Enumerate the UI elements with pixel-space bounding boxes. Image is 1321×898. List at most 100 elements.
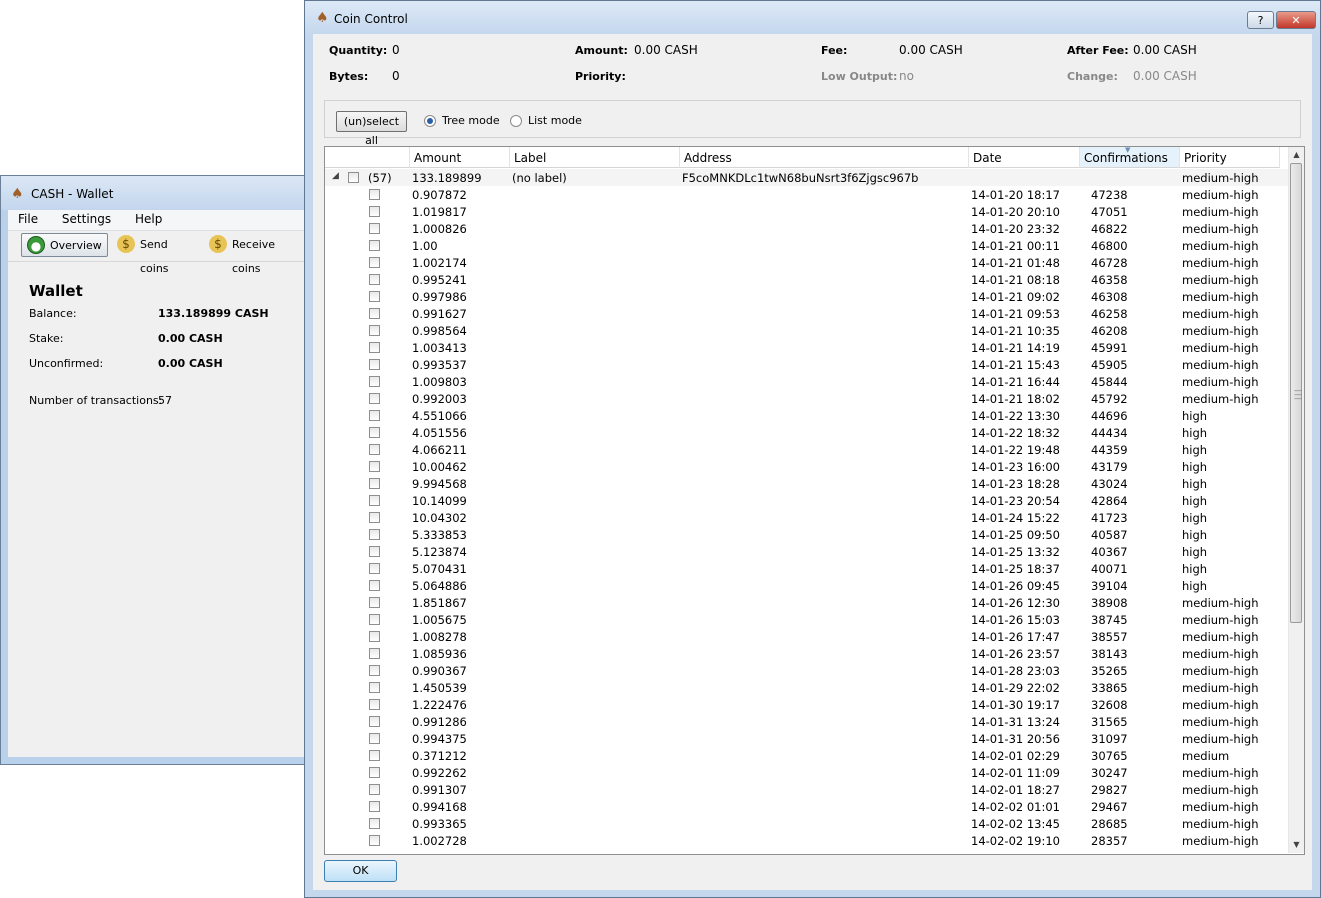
- coin-checkbox[interactable]: [369, 801, 380, 812]
- coin-checkbox[interactable]: [369, 529, 380, 540]
- coin-checkbox[interactable]: [369, 614, 380, 625]
- coin-row[interactable]: 1.005675 14-01-26 15:03 38745 medium-high: [325, 611, 1288, 628]
- coin-checkbox[interactable]: [369, 342, 380, 353]
- coin-row[interactable]: 5.123874 14-01-25 13:32 40367 high: [325, 543, 1288, 560]
- coin-row[interactable]: 10.04302 14-01-24 15:22 41723 high: [325, 509, 1288, 526]
- coin-row[interactable]: 5.064886 14-01-26 09:45 39104 high: [325, 577, 1288, 594]
- coin-checkbox[interactable]: [369, 512, 380, 523]
- coin-checkbox[interactable]: [369, 784, 380, 795]
- coin-checkbox[interactable]: [369, 274, 380, 285]
- coin-checkbox[interactable]: [369, 699, 380, 710]
- coin-row[interactable]: 10.00462 14-01-23 16:00 43179 high: [325, 458, 1288, 475]
- list-mode-radio[interactable]: [510, 115, 522, 127]
- coin-checkbox[interactable]: [369, 308, 380, 319]
- list-mode-label[interactable]: List mode: [528, 114, 582, 127]
- coin-row[interactable]: 1.222476 14-01-30 19:17 32608 medium-high: [325, 696, 1288, 713]
- tree-mode-label[interactable]: Tree mode: [442, 114, 500, 127]
- coin-row[interactable]: 0.991286 14-01-31 13:24 31565 medium-high: [325, 713, 1288, 730]
- coin-checkbox[interactable]: [369, 240, 380, 251]
- coin-checkbox[interactable]: [369, 223, 380, 234]
- dialog-titlebar[interactable]: ♠ Coin Control ? ✕: [305, 1, 1320, 35]
- header-priority[interactable]: Priority: [1180, 147, 1280, 168]
- coin-row[interactable]: 0.992262 14-02-01 11:09 30247 medium-high: [325, 764, 1288, 781]
- coin-row[interactable]: 0.907872 14-01-20 18:17 47238 medium-high: [325, 186, 1288, 203]
- coin-checkbox[interactable]: [369, 818, 380, 829]
- unselect-all-button[interactable]: (un)select all: [336, 111, 407, 147]
- coin-row[interactable]: 0.994375 14-01-31 20:56 31097 medium-high: [325, 730, 1288, 747]
- coin-row[interactable]: 0.997986 14-01-21 09:02 46308 medium-high: [325, 288, 1288, 305]
- header-date[interactable]: Date: [969, 147, 1080, 168]
- coin-checkbox[interactable]: [369, 359, 380, 370]
- collapse-arrow-icon[interactable]: ◢: [332, 171, 339, 181]
- coin-checkbox[interactable]: [369, 376, 380, 387]
- coin-checkbox[interactable]: [369, 563, 380, 574]
- coin-row[interactable]: 4.066211 14-01-22 19:48 44359 high: [325, 441, 1288, 458]
- menu-settings[interactable]: Settings: [52, 210, 121, 226]
- coin-checkbox[interactable]: [369, 495, 380, 506]
- coin-row[interactable]: 1.851867 14-01-26 12:30 38908 medium-high: [325, 594, 1288, 611]
- coin-checkbox[interactable]: [369, 427, 380, 438]
- header-address[interactable]: Address: [680, 147, 969, 168]
- coin-checkbox[interactable]: [369, 393, 380, 404]
- coin-row[interactable]: 0.371212 14-02-01 02:29 30765 medium: [325, 747, 1288, 764]
- coin-row[interactable]: 1.019817 14-01-20 20:10 47051 medium-high: [325, 203, 1288, 220]
- vertical-scrollbar[interactable]: ▲ — — — ▼: [1288, 147, 1304, 853]
- coin-row[interactable]: 1.003413 14-01-21 14:19 45991 medium-high: [325, 339, 1288, 356]
- coin-checkbox[interactable]: [369, 444, 380, 455]
- coin-checkbox[interactable]: [369, 580, 380, 591]
- coin-checkbox[interactable]: [369, 410, 380, 421]
- coin-checkbox[interactable]: [369, 648, 380, 659]
- tree-mode-radio[interactable]: [424, 115, 436, 127]
- coin-row[interactable]: 5.333853 14-01-25 09:50 40587 high: [325, 526, 1288, 543]
- coin-row[interactable]: 1.002174 14-01-21 01:48 46728 medium-high: [325, 254, 1288, 271]
- coin-row[interactable]: 0.994168 14-02-02 01:01 29467 medium-high: [325, 798, 1288, 815]
- coin-row[interactable]: 0.991307 14-02-01 18:27 29827 medium-high: [325, 781, 1288, 798]
- coin-row[interactable]: 0.998564 14-01-21 10:35 46208 medium-high: [325, 322, 1288, 339]
- coin-row[interactable]: 9.994568 14-01-23 18:28 43024 high: [325, 475, 1288, 492]
- receive-coins-button[interactable]: $ Receive coins: [204, 233, 304, 275]
- coin-checkbox[interactable]: [369, 750, 380, 761]
- coin-checkbox[interactable]: [369, 767, 380, 778]
- coin-checkbox[interactable]: [369, 546, 380, 557]
- coin-row[interactable]: 0.993365 14-02-02 13:45 28685 medium-high: [325, 815, 1288, 832]
- coin-checkbox[interactable]: [369, 291, 380, 302]
- coin-row[interactable]: 0.995241 14-01-21 08:18 46358 medium-high: [325, 271, 1288, 288]
- header-amount[interactable]: Amount: [410, 147, 510, 168]
- coin-checkbox[interactable]: [369, 665, 380, 676]
- coin-row[interactable]: 0.991627 14-01-21 09:53 46258 medium-high: [325, 305, 1288, 322]
- coin-checkbox[interactable]: [369, 206, 380, 217]
- coin-row[interactable]: 0.990367 14-01-28 23:03 35265 medium-high: [325, 662, 1288, 679]
- address-group-row[interactable]: ◢ (57) 133.189899 (no label) F5coMNKDLc1…: [325, 169, 1288, 186]
- coin-row[interactable]: 0.992003 14-01-21 18:02 45792 medium-high: [325, 390, 1288, 407]
- header-label[interactable]: Label: [510, 147, 680, 168]
- scroll-down-arrow-icon[interactable]: ▼: [1289, 837, 1304, 853]
- coin-row[interactable]: 1.002728 14-02-02 19:10 28357 medium-high: [325, 832, 1288, 849]
- coin-checkbox[interactable]: [369, 835, 380, 846]
- coin-row[interactable]: 1.085936 14-01-26 23:57 38143 medium-high: [325, 645, 1288, 662]
- overview-button[interactable]: ● Overview: [21, 233, 108, 257]
- header-confirmations[interactable]: ▼ Confirmations: [1080, 147, 1180, 168]
- header-checkbox-column[interactable]: [325, 147, 410, 168]
- coin-checkbox[interactable]: [369, 733, 380, 744]
- coin-row[interactable]: 4.051556 14-01-22 18:32 44434 high: [325, 424, 1288, 441]
- coin-checkbox[interactable]: [369, 325, 380, 336]
- coin-checkbox[interactable]: [369, 478, 380, 489]
- coin-checkbox[interactable]: [369, 461, 380, 472]
- coin-row[interactable]: 1.009803 14-01-21 16:44 45844 medium-high: [325, 373, 1288, 390]
- close-button[interactable]: ✕: [1276, 11, 1316, 29]
- scroll-up-arrow-icon[interactable]: ▲: [1289, 147, 1304, 163]
- scrollbar-thumb[interactable]: — — —: [1290, 163, 1302, 623]
- coin-row[interactable]: 1.008278 14-01-26 17:47 38557 medium-high: [325, 628, 1288, 645]
- coin-row[interactable]: 4.551066 14-01-22 13:30 44696 high: [325, 407, 1288, 424]
- coin-row[interactable]: 10.14099 14-01-23 20:54 42864 high: [325, 492, 1288, 509]
- coin-row[interactable]: 1.450539 14-01-29 22:02 33865 medium-high: [325, 679, 1288, 696]
- help-button[interactable]: ?: [1247, 11, 1274, 29]
- coin-checkbox[interactable]: [369, 682, 380, 693]
- coin-checkbox[interactable]: [369, 716, 380, 727]
- coin-row[interactable]: 1.00 14-01-21 00:11 46800 medium-high: [325, 237, 1288, 254]
- coin-checkbox[interactable]: [369, 189, 380, 200]
- coin-checkbox[interactable]: [369, 257, 380, 268]
- send-coins-button[interactable]: $ Send coins: [112, 233, 200, 275]
- coin-row[interactable]: 5.070431 14-01-25 18:37 40071 high: [325, 560, 1288, 577]
- coin-checkbox[interactable]: [369, 597, 380, 608]
